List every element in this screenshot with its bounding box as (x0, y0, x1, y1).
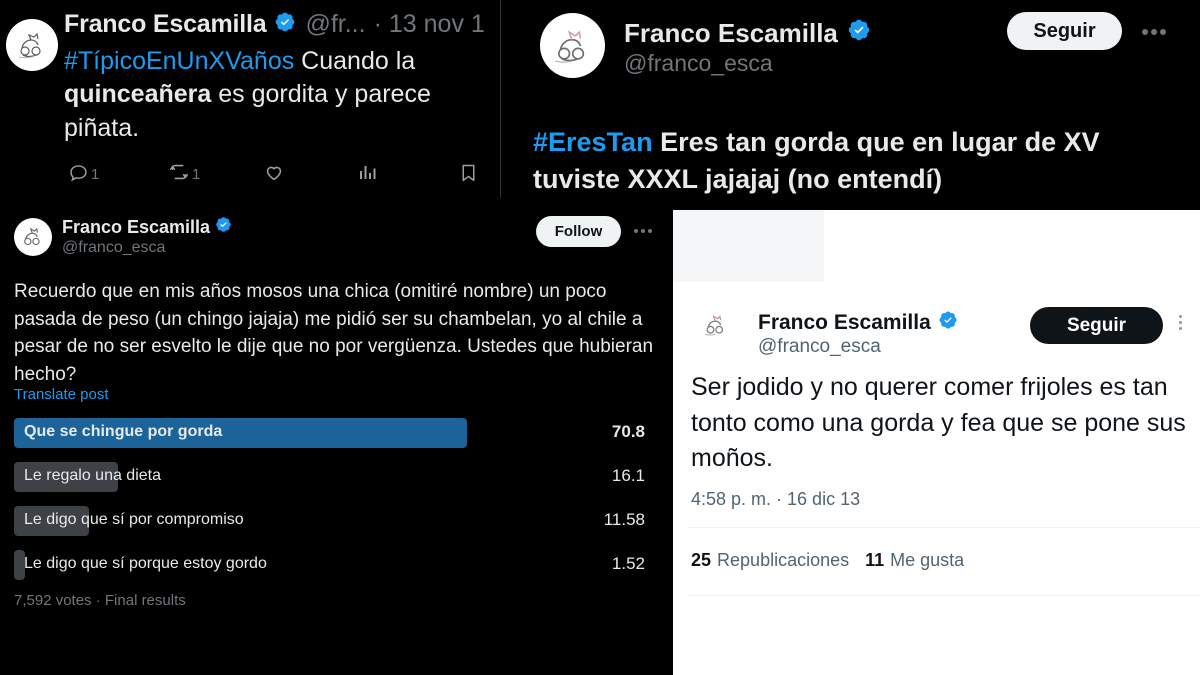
analytics-action[interactable] (358, 162, 458, 187)
poll-option[interactable]: Le digo que sí porque estoy gordo 1.52 (14, 550, 659, 591)
more-horizontal-icon[interactable] (1142, 29, 1166, 35)
screenshot-collage: Franco Escamilla @fr... · 13 nov 1 #Típi… (0, 0, 1200, 675)
tweet-text: #TípicoEnUnXVaños Cuando la quinceañera … (64, 45, 494, 145)
retweet-icon (168, 161, 190, 188)
avatar[interactable] (540, 13, 605, 78)
reply-count: 1 (91, 166, 100, 183)
handle[interactable]: @franco_esca (624, 50, 773, 77)
bookmark-action[interactable] (458, 162, 481, 188)
like-action[interactable] (263, 161, 358, 188)
poll-option-label: Le digo que sí por compromiso (24, 511, 244, 528)
placeholder-block (673, 210, 824, 282)
handle[interactable]: @franco_esca (758, 336, 881, 358)
retweets-count: 25 (691, 550, 712, 570)
retweet-action[interactable]: 1 (168, 161, 263, 188)
poll-option-label: Le digo que sí porque estoy gordo (24, 555, 267, 572)
display-name-row: Franco Escamilla (758, 310, 958, 336)
retweet-count: 1 (192, 166, 201, 183)
tweet-text: #EresTan Eres tan gorda que en lugar de … (533, 124, 1173, 199)
section-divider-bottom (687, 595, 1200, 596)
more-horizontal-icon[interactable] (634, 229, 652, 233)
verified-badge-icon (847, 18, 871, 49)
display-name-row: Franco Escamilla (624, 18, 871, 49)
tweet-card-bottom-right: Franco Escamilla @franco_esca Seguir Ser… (673, 210, 1200, 675)
tweet-actions: 1 1 (68, 161, 494, 188)
bookmark-icon (458, 162, 479, 188)
display-name-row: Franco Escamilla (62, 216, 232, 238)
follow-button[interactable]: Follow (536, 216, 621, 247)
poll-option-percent: 1.52 (611, 554, 645, 573)
reply-action[interactable]: 1 (68, 162, 168, 188)
poll-option[interactable]: Que se chingue por gorda 70.8 (14, 418, 659, 459)
like-heart-icon (263, 161, 285, 188)
avatar[interactable] (6, 19, 58, 71)
poll-option-percent: 70.8 (611, 422, 645, 441)
verified-badge-icon (938, 310, 958, 336)
likes-stat[interactable]: 11 Me gusta (865, 550, 964, 571)
follow-button[interactable]: Seguir (1007, 12, 1122, 50)
poll-option-label: Que se chingue por gorda (24, 423, 223, 440)
more-vertical-icon[interactable] (1179, 315, 1182, 330)
display-name[interactable]: Franco Escamilla (624, 18, 838, 49)
handle[interactable]: @fr... (305, 10, 365, 39)
analytics-bars-icon (358, 162, 378, 187)
retweets-stat[interactable]: 25 Republicaciones (691, 550, 849, 571)
poll-option[interactable]: Le regalo una dieta 16.1 (14, 462, 659, 503)
timestamp[interactable]: 13 nov 1 (389, 10, 485, 39)
tweet-card-top-right: Franco Escamilla @franco_esca Seguir #Er… (501, 0, 1200, 208)
tweet-text-part1: Cuando la (294, 47, 416, 75)
tweet-card-top-left: Franco Escamilla @fr... · 13 nov 1 #Típi… (0, 0, 501, 198)
poll-option-label: Le regalo una dieta (24, 467, 161, 484)
hashtag-link[interactable]: #EresTan (533, 127, 653, 157)
verified-badge-icon (274, 11, 296, 38)
poll-option[interactable]: Le digo que sí por compromiso 11.58 (14, 506, 659, 547)
tweet-text: Ser jodido y no querer comer frijoles es… (691, 373, 1186, 472)
avatar[interactable] (14, 218, 52, 256)
poll: Que se chingue por gorda 70.8 Le regalo … (14, 418, 659, 594)
likes-count: 11 (865, 550, 885, 570)
poll-option-percent: 16.1 (611, 466, 645, 485)
hashtag-link[interactable]: #TípicoEnUnXVaños (64, 47, 294, 75)
handle[interactable]: @franco_esca (62, 239, 165, 257)
poll-option-percent: 11.58 (603, 510, 645, 529)
follow-button[interactable]: Seguir (1030, 307, 1163, 344)
section-divider-top (687, 527, 1200, 528)
tweet-card-poll: Franco Escamilla @franco_esca Follow Rec… (0, 198, 673, 675)
display-name[interactable]: Franco Escamilla (758, 311, 931, 335)
translate-post-link[interactable]: Translate post (14, 386, 109, 403)
display-name[interactable]: Franco Escamilla (62, 217, 210, 238)
tweet-timestamp: 4:58 p. m. · 16 dic 13 (691, 489, 861, 509)
poll-footer: 7,592 votes · Final results (14, 592, 186, 609)
retweets-label: Republicaciones (717, 550, 850, 570)
avatar[interactable] (697, 306, 735, 344)
tweet-header: Franco Escamilla @fr... · 13 nov 1 (64, 10, 485, 39)
display-name[interactable]: Franco Escamilla (64, 10, 267, 39)
reply-icon (68, 162, 89, 188)
tweet-stats: 25 Republicaciones 11 Me gusta (691, 550, 974, 571)
header-separator: · (373, 10, 382, 38)
tweet-text-bold: quinceañera (64, 80, 212, 109)
likes-label: Me gusta (890, 550, 965, 570)
tweet-text: Recuerdo que en mis años mosos una chica… (14, 281, 654, 385)
verified-badge-icon (215, 216, 232, 238)
